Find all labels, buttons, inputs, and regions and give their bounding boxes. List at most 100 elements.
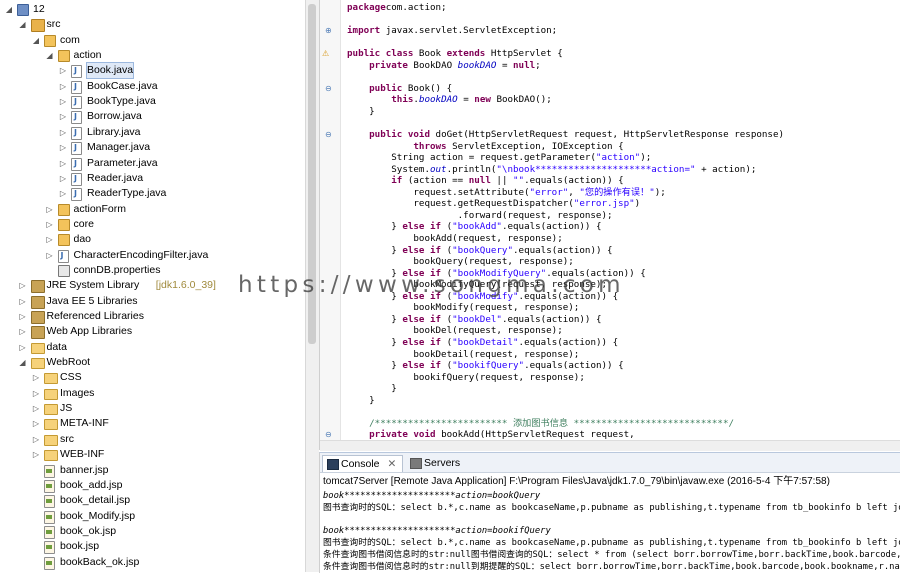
fold-minus-icon[interactable]: ⊖ xyxy=(325,430,332,439)
tree-item[interactable]: ▷ actionForm xyxy=(0,202,300,217)
fold-plus-icon[interactable]: ⊕ xyxy=(325,26,332,35)
expand-right-icon[interactable]: ▷ xyxy=(18,294,28,309)
tree-item[interactable]: connDB.properties xyxy=(0,263,300,278)
console-panel: Console ✕ Servers tomcat7Server [Remote … xyxy=(319,452,900,573)
code-token: new xyxy=(474,94,491,106)
expand-right-icon[interactable]: ▷ xyxy=(58,63,68,78)
code-token: (action == xyxy=(402,175,469,187)
tree-item[interactable]: ▷ JRE System Library [jdk1.6.0_39] xyxy=(0,278,300,294)
tree-item[interactable]: ▷ CharacterEncodingFilter.java xyxy=(0,248,300,263)
expand-right-icon[interactable]: ▷ xyxy=(31,370,41,385)
tree-item[interactable]: ▷ Parameter.java xyxy=(0,156,300,171)
code-token: bookDAO xyxy=(457,59,497,71)
expand-right-icon[interactable]: ▷ xyxy=(58,171,68,186)
tree-item[interactable]: ◢ action xyxy=(0,48,300,63)
code-token: else if xyxy=(402,221,442,233)
tree-item[interactable]: ▷ Reader.java xyxy=(0,171,300,186)
expand-right-icon[interactable]: ▷ xyxy=(58,94,68,109)
expand-right-icon[interactable]: ▷ xyxy=(58,125,68,140)
tree-item[interactable]: ▷ BookCase.java xyxy=(0,79,300,94)
code-line: public void doGet(HttpServletRequest req… xyxy=(347,129,784,141)
tree-item-label: Referenced Libraries xyxy=(46,310,144,322)
tree-item[interactable]: ▷ dao xyxy=(0,232,300,247)
tree-scrollbar[interactable] xyxy=(305,0,319,572)
tree-item[interactable]: ◢ com xyxy=(0,33,300,48)
tree-item[interactable]: ▷ META-INF xyxy=(0,416,300,431)
expand-right-icon[interactable]: ▷ xyxy=(58,156,68,171)
tree-item-label: connDB.properties xyxy=(73,263,161,276)
expand-right-icon[interactable]: ▷ xyxy=(18,324,28,339)
expand-right-icon[interactable]: ▷ xyxy=(58,186,68,201)
tree-item[interactable]: ▷ Borrow.java xyxy=(0,109,300,125)
code-token: "error" xyxy=(529,186,569,198)
expand-right-icon[interactable]: ▷ xyxy=(31,386,41,401)
tab-console[interactable]: Console ✕ xyxy=(322,455,404,472)
tree-item[interactable]: ▷ Book.java xyxy=(0,62,300,80)
expand-right-icon[interactable]: ▷ xyxy=(18,278,28,293)
expand-right-icon[interactable]: ▷ xyxy=(31,447,41,462)
expand-down-icon[interactable]: ◢ xyxy=(18,17,28,32)
tree-item[interactable]: ▷ Referenced Libraries xyxy=(0,309,300,324)
fold-minus-icon[interactable]: ⊖ xyxy=(325,84,332,93)
tree-item-label: ReaderType.java xyxy=(87,187,167,200)
tree-item[interactable]: banner.jsp xyxy=(0,463,300,478)
tree-item[interactable]: ◢ src xyxy=(0,17,300,33)
tree-item[interactable]: ▷ Library.java xyxy=(0,125,300,140)
expand-right-icon[interactable]: ▷ xyxy=(45,232,55,247)
expand-right-icon[interactable]: ▷ xyxy=(58,79,68,94)
tree-item[interactable]: ▷ Java EE 5 Libraries xyxy=(0,294,300,309)
code-area[interactable]: packagecom.action; import javax.servlet.S… xyxy=(347,0,899,440)
expand-right-icon[interactable]: ▷ xyxy=(18,309,28,324)
code-token: else if xyxy=(402,360,442,372)
tree-item[interactable]: ▷ Web App Libraries xyxy=(0,324,300,340)
tree-item[interactable]: book_Modify.jsp xyxy=(0,509,300,524)
expand-right-icon[interactable]: ▷ xyxy=(31,401,41,416)
project-icon xyxy=(17,4,29,16)
expand-down-icon[interactable]: ◢ xyxy=(45,48,55,63)
close-icon[interactable]: ✕ xyxy=(387,458,396,470)
tree-item[interactable]: book.jsp xyxy=(0,539,300,555)
tree-item[interactable]: ▷ BookType.java xyxy=(0,94,300,110)
tree-item[interactable]: book_ok.jsp xyxy=(0,524,300,539)
code-token: "" xyxy=(513,175,525,187)
tree-item[interactable]: ▷ Images xyxy=(0,386,300,401)
tree-item[interactable]: book_detail.jsp xyxy=(0,493,300,509)
fold-minus-icon[interactable]: ⊖ xyxy=(325,130,332,139)
tree-item[interactable]: ◢ WebRoot xyxy=(0,355,300,370)
expand-right-icon[interactable]: ▷ xyxy=(31,432,41,447)
code-token: bookDel(request, response); xyxy=(347,325,563,337)
expand-right-icon[interactable]: ▷ xyxy=(45,248,55,263)
tree-item[interactable]: ▷ Manager.java xyxy=(0,140,300,156)
expand-down-icon[interactable]: ◢ xyxy=(4,2,14,17)
tree-item[interactable]: ▷ ReaderType.java xyxy=(0,186,300,202)
tab-servers[interactable]: Servers xyxy=(406,455,466,471)
tree-item[interactable]: ▷ CSS xyxy=(0,370,300,385)
tree-item[interactable]: ▷ src xyxy=(0,432,300,447)
editor-horizontal-scrollbar[interactable] xyxy=(320,440,900,451)
expand-right-icon[interactable]: ▷ xyxy=(31,416,41,431)
tree-item[interactable]: bookBack_ok.jsp xyxy=(0,555,300,570)
tree-item[interactable]: ▷ core xyxy=(0,217,300,232)
code-token: /************************ 添加图书信息 *******… xyxy=(369,417,735,429)
tree-item[interactable]: book_add.jsp xyxy=(0,478,300,493)
tree-scrollbar-thumb[interactable] xyxy=(308,4,316,344)
code-token: ( xyxy=(441,290,453,302)
tree-item[interactable]: ◢ 12 xyxy=(0,2,300,17)
jsp-file-icon xyxy=(44,479,55,493)
tree-item-label: BookType.java xyxy=(87,95,156,108)
tree-item[interactable]: ▷ JS xyxy=(0,401,300,416)
expand-down-icon[interactable]: ◢ xyxy=(18,355,28,370)
tree-item-label: book_ok.jsp xyxy=(60,524,117,537)
expand-right-icon[interactable]: ▷ xyxy=(45,217,55,232)
code-token: "bookModifyQuery" xyxy=(452,267,547,279)
expand-right-icon[interactable]: ▷ xyxy=(45,202,55,217)
expand-right-icon[interactable]: ▷ xyxy=(18,340,28,355)
expand-right-icon[interactable]: ▷ xyxy=(58,140,68,155)
expand-down-icon[interactable]: ◢ xyxy=(31,33,41,48)
expand-right-icon[interactable]: ▷ xyxy=(58,109,68,124)
tree-item[interactable]: ▷ data xyxy=(0,340,300,355)
tree-item[interactable]: ▷ WEB-INF xyxy=(0,447,300,462)
code-editor[interactable]: ⊕ ⚠ ⊖ ⊖ ⊖ packagecom.action; import javax… xyxy=(319,0,900,450)
